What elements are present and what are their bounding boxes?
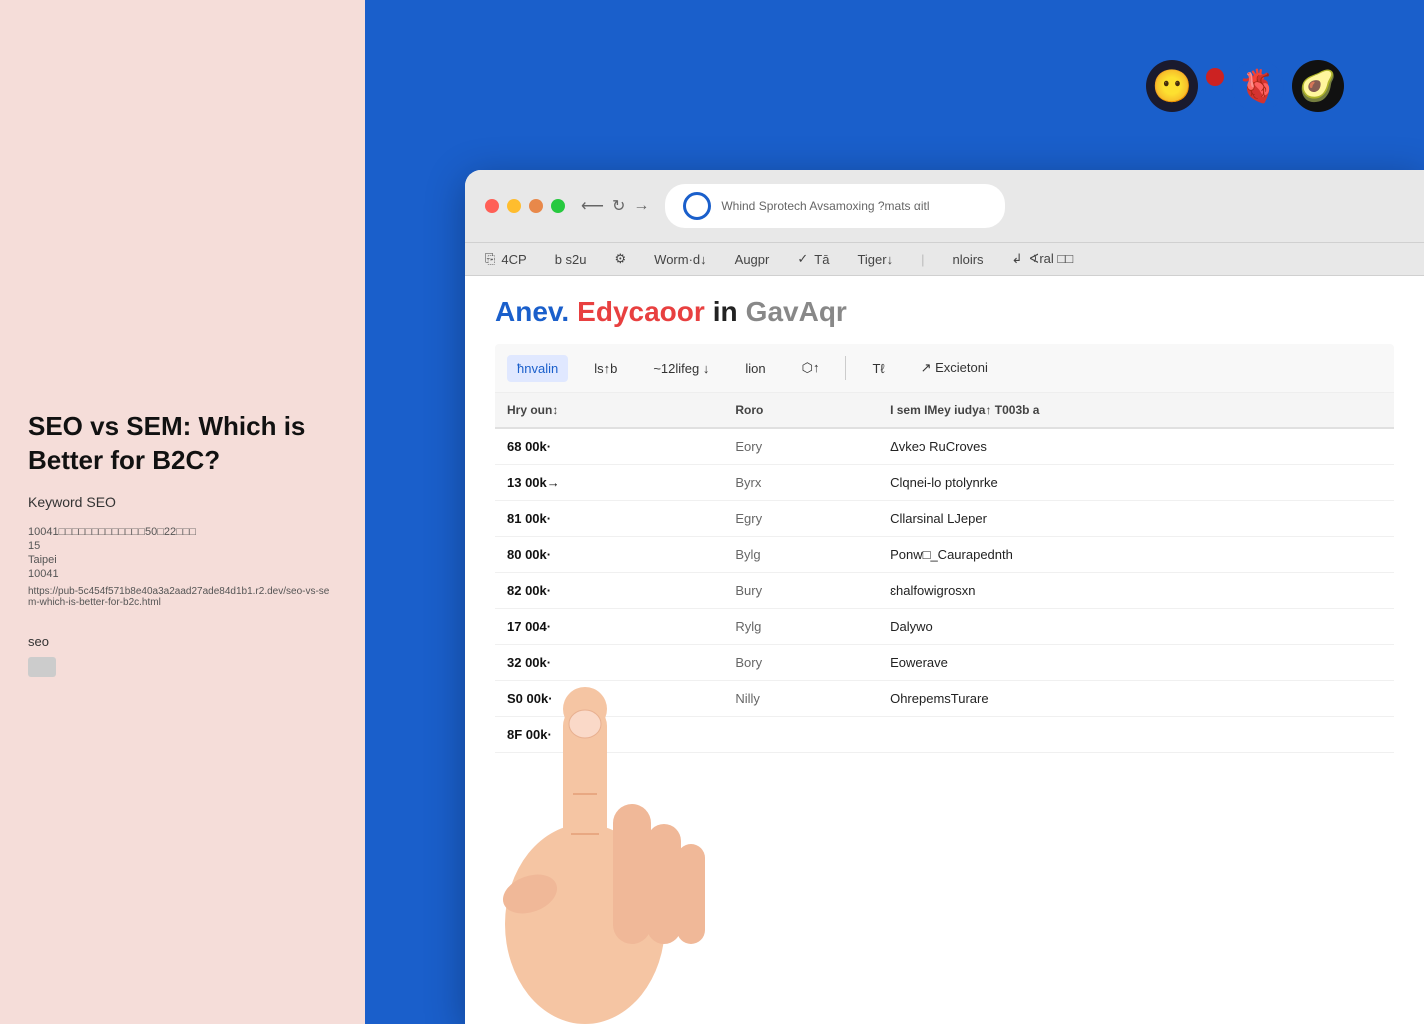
bookmark-label-aral: ∢ral □□ xyxy=(1028,251,1073,267)
bookmark-label-worn: Worm·d↓ xyxy=(654,252,706,267)
page-title-text: Anev. xyxy=(495,296,569,328)
toolbar-btn-tl[interactable]: Tℓ xyxy=(862,355,894,382)
address-bar[interactable]: Whind Sprotech Avsamoxing ?mats αitl xyxy=(665,184,1005,228)
bookmark-icon-ta: ✓ xyxy=(797,251,808,267)
bookmark-label-to: Tiger↓ xyxy=(857,252,893,267)
table-row: 68 00k· Eory Δvkeɔ RuCroves xyxy=(495,428,1394,465)
emoji-face: 😶 xyxy=(1152,67,1192,105)
toolbar-btn-hnvalin[interactable]: ħnvalin xyxy=(507,355,568,382)
col-header-roro: Roro xyxy=(723,393,878,428)
address-text: Whind Sprotech Avsamoxing ?mats αitl xyxy=(721,199,987,213)
cell-keyword: OhrepemsTurare xyxy=(878,681,1394,717)
left-panel: SEO vs SEM: Which is Better for B2C? Key… xyxy=(0,0,365,1024)
table-row: 13 00k→ Byrx Clqnei-lo ptolynrke xyxy=(495,465,1394,501)
toolbar-btn-excietoni[interactable]: ↗ Excietoni xyxy=(911,354,998,382)
icon-emoji-3: 🥑 xyxy=(1292,60,1344,112)
traffic-lights xyxy=(485,199,565,213)
article-subtitle: Keyword SEO xyxy=(28,494,337,510)
meta-line-3: Taipei xyxy=(28,554,337,566)
cell-keyword xyxy=(878,717,1394,753)
article-url[interactable]: https://pub-5c454f571b8e40a3a2aad27ade84… xyxy=(28,586,337,608)
browser-chrome: ⟵ ↻ → Whind Sprotech Avsamoxing ?mats αi… xyxy=(465,170,1424,243)
cell-col2: Eory xyxy=(723,428,878,465)
cell-volume: 13 00k→ xyxy=(495,465,723,501)
red-dot xyxy=(1206,68,1224,86)
bookmark-label-augpr: Augpr xyxy=(735,252,770,267)
col-header-keyword: I sem IMey iudya↑ T003b a xyxy=(878,393,1394,428)
cell-keyword: Clqnei-lo ptolynrke xyxy=(878,465,1394,501)
cell-col2: Bylg xyxy=(723,537,878,573)
icon-emoji-2: 🫀 xyxy=(1232,60,1284,112)
cell-keyword: Δvkeɔ RuCroves xyxy=(878,428,1394,465)
table-header-row: Hry oun↕ Roro I sem IMey iudya↑ T003b a xyxy=(495,393,1394,428)
bookmark-label-1: 4CP xyxy=(501,252,526,267)
icon-emoji-1: 😶 xyxy=(1146,60,1198,112)
bookmark-icon-1: ⎘ xyxy=(485,251,495,267)
traffic-light-green[interactable] xyxy=(551,199,565,213)
meta-block: 10041□□□□□□□□□□□□□50□22□□□ 15 Taipei 100… xyxy=(28,526,337,608)
article-title: SEO vs SEM: Which is Better for B2C? xyxy=(28,410,337,478)
address-circle-icon xyxy=(683,192,711,220)
right-panel: 😶 🫀 🥑 ⟵ ↻ → Whind Spro xyxy=(365,0,1424,1024)
forward-icon[interactable]: → xyxy=(633,197,649,215)
col-header-volume: Hry oun↕ xyxy=(495,393,723,428)
nav-buttons[interactable]: ⟵ ↻ → xyxy=(581,196,649,216)
cell-col2 xyxy=(723,717,878,753)
toolbar-btn-12lifeg[interactable]: ~12lifeg ↓ xyxy=(643,355,719,382)
bookmark-nloirs[interactable]: nloirs xyxy=(952,252,983,267)
page-title-red: Edycaoor xyxy=(577,296,705,328)
bookmark-bar: ⎘ 4CP b s2u ⚙ Worm·d↓ Augpr ✓ Tā Tiger↓ xyxy=(465,243,1424,276)
cell-keyword: Ponw□_Caurapednth xyxy=(878,537,1394,573)
bookmark-icon-aral: ↲ xyxy=(1012,251,1023,267)
cell-col2: Bury xyxy=(723,573,878,609)
toolbar-btn-lion[interactable]: lion xyxy=(735,355,775,382)
cell-keyword: Eowerave xyxy=(878,645,1394,681)
top-icons: 😶 🫀 🥑 xyxy=(1146,60,1344,112)
tag-label: seo xyxy=(28,634,337,649)
traffic-light-yellow[interactable] xyxy=(507,199,521,213)
bookmark-2[interactable]: b s2u xyxy=(555,252,587,267)
cell-col2: Nilly xyxy=(723,681,878,717)
traffic-light-red[interactable] xyxy=(485,199,499,213)
cell-keyword: Dalywo xyxy=(878,609,1394,645)
page-title-accent: GavAqr xyxy=(746,296,847,328)
cell-keyword: ɛhalfowigrosxn xyxy=(878,573,1394,609)
back-icon[interactable]: ⟵ xyxy=(581,196,604,216)
bookmark-ta[interactable]: ✓ Tā xyxy=(797,251,829,267)
bookmark-augpr[interactable]: Augpr xyxy=(735,252,770,267)
bookmark-icon-3: ⚙ xyxy=(615,251,627,267)
bookmark-label-ta: Tā xyxy=(814,252,829,267)
meta-line-1: 10041□□□□□□□□□□□□□50□22□□□ xyxy=(28,526,337,538)
toolbar-divider xyxy=(845,356,846,380)
table-toolbar: ħnvalin ls↑b ~12lifeg ↓ lion ⬡↑ Tℓ ↗ Exc… xyxy=(495,344,1394,393)
bookmark-aral[interactable]: ↲ ∢ral □□ xyxy=(1012,251,1074,267)
bookmark-to[interactable]: Tiger↓ xyxy=(857,252,893,267)
emoji-heart: 🫀 xyxy=(1238,67,1278,105)
cell-col2: Rylg xyxy=(723,609,878,645)
tag-icon xyxy=(28,657,56,677)
bookmark-worn[interactable]: Worm·d↓ xyxy=(654,252,706,267)
bookmark-label-nloirs: nloirs xyxy=(952,252,983,267)
toolbar-btn-box[interactable]: ⬡↑ xyxy=(792,354,830,382)
toolbar-btn-lstb[interactable]: ls↑b xyxy=(584,355,627,382)
cell-col2: Egry xyxy=(723,501,878,537)
bookmark-label-2: b s2u xyxy=(555,252,587,267)
reload-icon[interactable]: ↻ xyxy=(612,196,625,216)
traffic-light-orange[interactable] xyxy=(529,199,543,213)
bookmark-3[interactable]: ⚙ xyxy=(615,251,627,267)
cell-col2: Bory xyxy=(723,645,878,681)
bookmark-1[interactable]: ⎘ 4CP xyxy=(485,251,527,267)
cell-volume: 68 00k· xyxy=(495,428,723,465)
emoji-avocado: 🥑 xyxy=(1299,69,1336,104)
cell-col2: Byrx xyxy=(723,465,878,501)
tag-block: seo xyxy=(28,634,337,677)
page-header: Anev. Edycaoor in GavAqr xyxy=(495,296,1394,328)
page-title-dark: in xyxy=(713,296,738,328)
meta-line-2: 15 xyxy=(28,540,337,552)
meta-line-4: 10041 xyxy=(28,568,337,580)
hand-overlay xyxy=(445,524,725,1024)
bookmark-sep: | xyxy=(921,252,924,267)
cell-keyword: Cllarsinal LJeper xyxy=(878,501,1394,537)
